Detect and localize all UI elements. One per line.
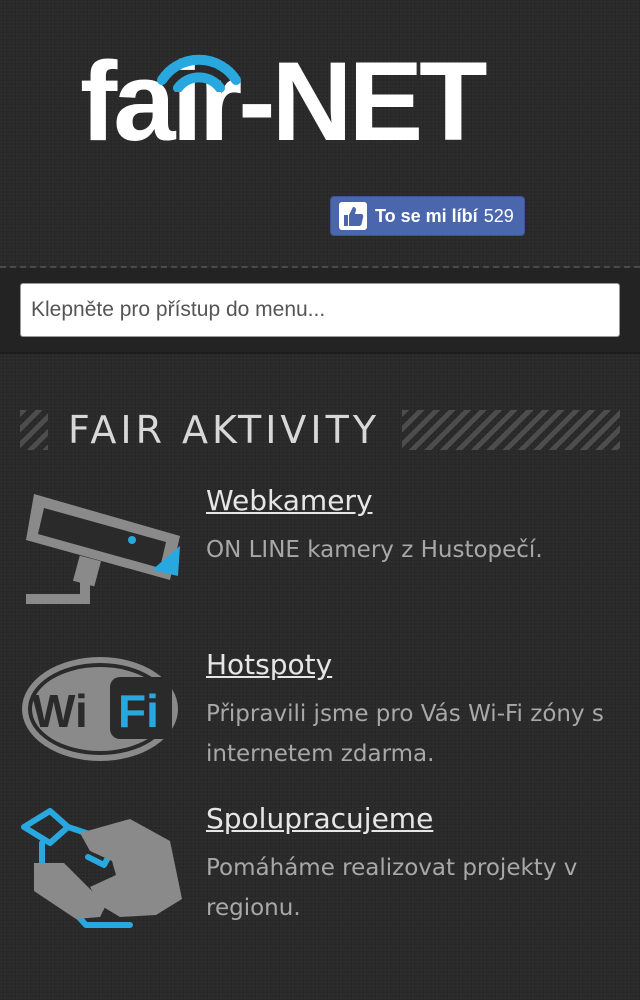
logo-text: fair-NET: [80, 39, 488, 164]
hotspoty-link[interactable]: Hotspoty: [206, 648, 332, 681]
spolupracujeme-description: Pomáháme realizovat projekty v regionu.: [206, 855, 578, 921]
section-heading: FAIR AKTIVITY: [20, 405, 620, 455]
activity-item-spolupracujeme: Spolupracujeme Pomáháme realizovat proje…: [0, 802, 640, 932]
handshake-icon[interactable]: [20, 802, 190, 942]
thumbs-up-icon: [339, 202, 367, 230]
activity-item-hotspoty: Wi Fi Hotspoty Připravili jsme pro Vás W…: [0, 648, 640, 778]
hatch-decoration-right: [402, 410, 620, 450]
camera-icon[interactable]: [20, 484, 190, 624]
menu-bar: [0, 268, 640, 354]
like-count: 529: [483, 205, 514, 226]
svg-text:Wi: Wi: [32, 685, 88, 737]
svg-text:Fi: Fi: [118, 685, 159, 737]
section-title: FAIR AKTIVITY: [68, 408, 381, 452]
webkamery-description: ON LINE kamery z Hustopečí.: [206, 537, 543, 563]
webkamery-link[interactable]: Webkamery: [206, 484, 373, 517]
like-label: To se mi líbí: [375, 205, 478, 226]
wifi-badge-icon[interactable]: Wi Fi: [20, 648, 190, 788]
wifi-signal-icon: [157, 54, 241, 92]
hatch-decoration-left: [20, 410, 48, 450]
site-logo[interactable]: fair-NET: [80, 42, 560, 162]
header: fair-NET To se mi líbí 529: [0, 0, 640, 266]
menu-input[interactable]: [20, 283, 620, 337]
facebook-like-button[interactable]: To se mi líbí 529: [330, 196, 525, 236]
hotspoty-description: Připravili jsme pro Vás Wi-Fi zóny s int…: [206, 701, 604, 767]
spolupracujeme-link[interactable]: Spolupracujeme: [206, 802, 433, 835]
activity-item-webkamery: Webkamery ON LINE kamery z Hustopečí.: [0, 484, 640, 624]
